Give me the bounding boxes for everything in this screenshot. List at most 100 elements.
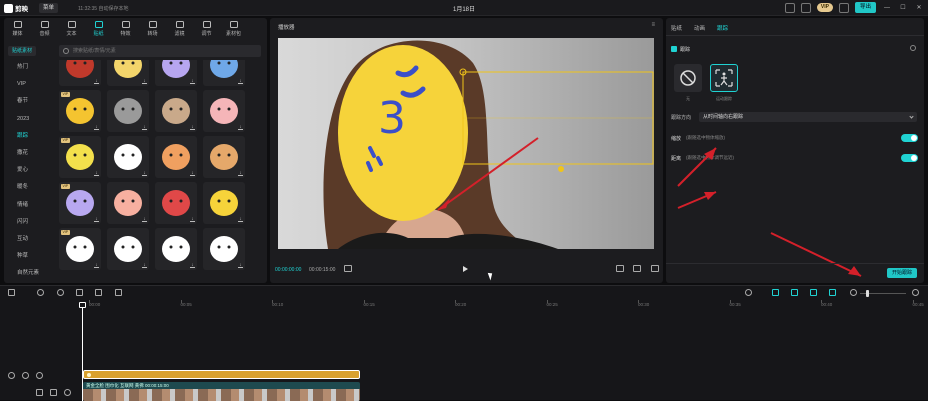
download-icon[interactable]: ↓ <box>94 79 99 84</box>
download-icon[interactable]: ↓ <box>142 79 147 84</box>
scale-toggle[interactable] <box>901 134 918 142</box>
delete-icon[interactable] <box>95 289 102 296</box>
sticker-category-item[interactable]: 闪闪 <box>4 214 54 231</box>
sticker-category-item[interactable]: 自然元素 <box>4 265 54 282</box>
sticker-category-item[interactable]: 暖冬 <box>4 179 54 196</box>
zoom-slider-knob[interactable] <box>866 290 869 297</box>
sticker-category-header[interactable]: 贴纸素材 <box>8 46 37 56</box>
mark-icon[interactable] <box>115 289 122 296</box>
mode-none-option[interactable] <box>674 64 702 92</box>
download-icon[interactable]: ↓ <box>94 171 99 176</box>
tab-effects[interactable]: 特效 <box>112 18 139 40</box>
distance-toggle[interactable] <box>901 154 918 162</box>
download-icon[interactable]: ↓ <box>94 125 99 130</box>
tab-animation[interactable]: 动画 <box>694 24 705 32</box>
undo-icon[interactable] <box>37 289 44 296</box>
sticker-item[interactable]: ↓ <box>107 182 149 224</box>
tab-text[interactable]: 文本 <box>58 18 85 40</box>
mode-motion-track-option[interactable] <box>710 64 738 92</box>
direction-select[interactable]: 从时间轴向右跟踪 <box>699 112 917 122</box>
download-icon[interactable]: ↓ <box>190 79 195 84</box>
tab-adjust[interactable]: 调节 <box>193 18 220 40</box>
sticker-category-item[interactable]: 春节 <box>4 93 54 110</box>
audio-track-icon[interactable] <box>50 389 57 396</box>
link-main-track-icon[interactable] <box>772 289 779 296</box>
tab-sticker[interactable]: 贴纸 <box>85 18 112 40</box>
sticker-category-item[interactable]: 跟踪 <box>4 128 54 145</box>
sticker-category-item[interactable]: 情绪 <box>4 197 54 214</box>
sticker-item[interactable]: ↓ <box>203 182 245 224</box>
download-icon[interactable]: ↓ <box>190 217 195 222</box>
start-tracking-button[interactable]: 开始跟踪 <box>886 268 917 278</box>
tab-tracking[interactable]: 跟踪 <box>717 24 728 32</box>
download-icon[interactable]: ↓ <box>238 217 243 222</box>
video-preview[interactable]: 3 <box>278 38 654 249</box>
auto-snap-icon[interactable] <box>791 289 798 296</box>
sticker-item[interactable]: ↓ <box>155 136 197 178</box>
player-menu-icon[interactable]: ≡ <box>651 22 655 28</box>
cover-icon[interactable] <box>36 389 43 396</box>
playhead-handle[interactable] <box>79 302 86 308</box>
download-icon[interactable]: ↓ <box>142 217 147 222</box>
tracking-checkbox[interactable] <box>671 46 677 52</box>
tab-media[interactable]: 媒体 <box>4 18 31 40</box>
tab-filter[interactable]: 滤镜 <box>166 18 193 40</box>
visibility-icon[interactable] <box>22 372 29 379</box>
tab-sticker[interactable]: 贴纸 <box>671 24 682 32</box>
timeline-ruler[interactable]: 00:00 00:05 00:10 00:15 00:20 00:25 00:30 00:35… <box>83 300 928 310</box>
sticker-item[interactable]: VIP ↓ <box>59 136 101 178</box>
download-icon[interactable]: ↓ <box>142 171 147 176</box>
minimize-icon[interactable]: — <box>882 5 892 11</box>
sticker-category-item[interactable]: VIP <box>4 76 54 93</box>
zoom-out-icon[interactable] <box>850 289 857 296</box>
sticker-item[interactable]: ↓ <box>107 228 149 270</box>
export-button[interactable]: 导出 <box>854 2 876 13</box>
sticker-category-item[interactable]: 互动 <box>4 231 54 248</box>
preview-axis-icon[interactable] <box>829 289 836 296</box>
split-icon[interactable] <box>76 289 83 296</box>
select-tool-icon[interactable] <box>8 289 15 296</box>
sticker-item[interactable]: ↓ <box>155 90 197 132</box>
sticker-category-item[interactable]: 撒花 <box>4 145 54 162</box>
download-icon[interactable]: ↓ <box>94 217 99 222</box>
sticker-clip[interactable] <box>83 370 360 379</box>
sticker-category-item[interactable]: 种草 <box>4 248 54 265</box>
sticker-item[interactable]: ↓ <box>155 228 197 270</box>
playhead[interactable] <box>82 304 83 401</box>
download-icon[interactable]: ↓ <box>190 263 195 268</box>
mute-icon[interactable] <box>64 389 71 396</box>
sticker-item[interactable]: ↓ <box>59 60 101 86</box>
tab-transition[interactable]: 转场 <box>139 18 166 40</box>
download-icon[interactable]: ↓ <box>94 263 99 268</box>
tab-package[interactable]: 素材包 <box>220 18 247 40</box>
timeline-view-icon[interactable] <box>344 265 352 272</box>
sticker-item[interactable]: ↓ <box>203 136 245 178</box>
sticker-item[interactable]: ↓ <box>155 60 197 86</box>
play-button[interactable] <box>463 266 468 272</box>
close-icon[interactable]: ✕ <box>914 4 924 11</box>
sticker-category-item[interactable]: 热门 <box>4 59 54 76</box>
download-icon[interactable]: ↓ <box>238 125 243 130</box>
redo-icon[interactable] <box>57 289 64 296</box>
reset-icon[interactable] <box>910 45 916 51</box>
microphone-icon[interactable] <box>745 289 752 296</box>
maximize-icon[interactable]: ☐ <box>898 4 908 11</box>
sticker-item[interactable]: VIP ↓ <box>59 182 101 224</box>
layout-icon[interactable] <box>784 2 795 13</box>
sticker-item[interactable]: ↓ <box>203 228 245 270</box>
tab-audio[interactable]: 音频 <box>31 18 58 40</box>
lock-icon[interactable] <box>8 372 15 379</box>
sticker-category-item[interactable]: 爱心 <box>4 162 54 179</box>
download-icon[interactable]: ↓ <box>238 79 243 84</box>
video-clip[interactable]: 黄金全脸 围巾化 互联网 黄佛 00:00:15:00 <box>83 382 360 401</box>
linkage-icon[interactable] <box>810 289 817 296</box>
download-icon[interactable]: ↓ <box>238 263 243 268</box>
sticker-item[interactable]: ↓ <box>203 90 245 132</box>
download-icon[interactable]: ↓ <box>142 125 147 130</box>
sticker-item[interactable]: ↓ <box>203 60 245 86</box>
download-icon[interactable]: ↓ <box>238 171 243 176</box>
download-icon[interactable]: ↓ <box>190 125 195 130</box>
download-icon[interactable]: ↓ <box>190 171 195 176</box>
shortcut-icon[interactable] <box>800 2 811 13</box>
sticker-item[interactable]: VIP ↓ <box>59 90 101 132</box>
